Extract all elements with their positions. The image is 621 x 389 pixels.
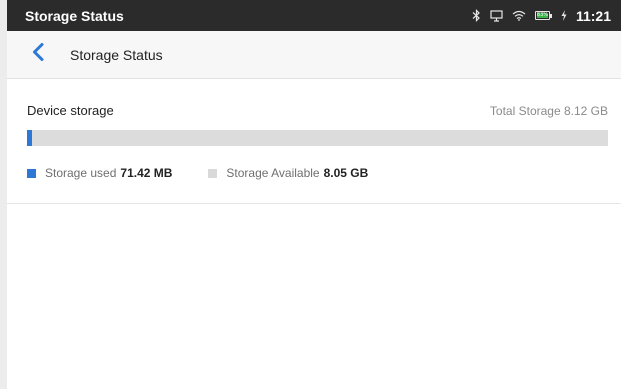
storage-usage-bar (27, 130, 608, 146)
storage-available-value: 8.05 GB (323, 166, 369, 180)
status-bar-title: Storage Status (25, 7, 124, 24)
empty-area (7, 204, 621, 389)
storage-header-row: Device storage Total Storage 8.12 GB (27, 103, 608, 118)
charging-icon (561, 10, 567, 21)
wifi-icon (512, 10, 526, 21)
storage-used-fill (27, 130, 33, 146)
storage-used-value: 71.42 MB (120, 166, 173, 180)
app-header: Storage Status (7, 31, 621, 79)
storage-available-label: Storage Available (226, 166, 320, 180)
available-swatch (208, 168, 218, 178)
storage-panel: Device storage Total Storage 8.12 GB Sto… (7, 79, 621, 204)
device-storage-label: Device storage (27, 103, 114, 118)
status-bar: Storage Status 83% 11:21 (7, 0, 621, 31)
back-button[interactable] (26, 43, 50, 67)
battery-level: 83% (536, 12, 549, 18)
screen-cast-icon (490, 9, 503, 22)
battery-icon: 83% (534, 11, 552, 20)
status-icons: 83% 11:21 (472, 8, 611, 24)
used-swatch (27, 168, 36, 178)
legend-available: Storage Available 8.05 GB (208, 166, 368, 180)
window-edge (0, 0, 7, 389)
storage-legend: Storage used 71.42 MB Storage Available … (27, 166, 368, 180)
legend-used: Storage used 71.42 MB (27, 166, 172, 180)
storage-used-label: Storage used (45, 166, 117, 180)
bluetooth-icon (472, 9, 481, 22)
chevron-left-icon (32, 43, 44, 66)
page-title: Storage Status (70, 46, 163, 63)
clock: 11:21 (575, 7, 611, 24)
total-storage-label: Total Storage 8.12 GB (489, 103, 608, 118)
